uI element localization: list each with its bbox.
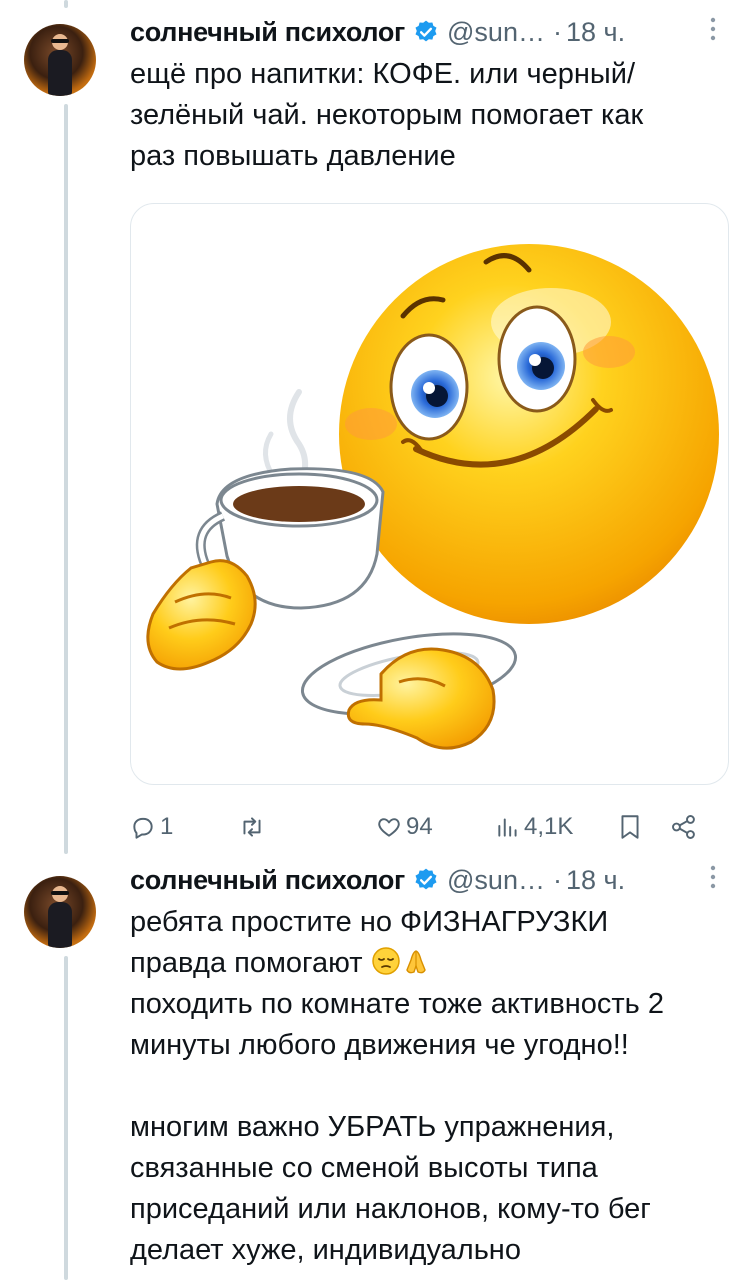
like-count: 94 (406, 813, 433, 840)
avatar[interactable] (24, 876, 96, 948)
tweet-text: ещё про напитки: КОФЕ. или черный/ зелён… (130, 58, 644, 172)
author-name[interactable]: солнечный психолог (130, 865, 405, 896)
reply-count: 1 (160, 813, 174, 840)
avatar-figure (48, 902, 72, 948)
tweet-text-line: ребята простите но ФИЗНАГРУЗКИ (130, 906, 609, 938)
views-icon (498, 818, 517, 837)
pensive-face-emoji (371, 946, 401, 976)
separator-dot: · (552, 16, 562, 47)
more-icon[interactable] (699, 864, 727, 897)
like-icon (378, 818, 400, 837)
timestamp[interactable]: 18 ч. (566, 17, 625, 48)
bookmark-button[interactable] (618, 813, 670, 841)
tweet-header: солнечный психолог @sun… · 18 ч. (130, 860, 727, 900)
like-button[interactable]: 94 (376, 813, 496, 841)
reply-icon (133, 817, 153, 839)
tweet-text-rest: походить по комнате тоже активность 2 ми… (130, 988, 664, 1266)
thread-line-top (64, 0, 68, 8)
avatar-glasses (51, 891, 69, 895)
avatar-glasses (51, 39, 69, 43)
views-count: 4,1K (524, 813, 574, 840)
smiley-drinking-coffee-image (146, 244, 719, 750)
tweet-text: ребята простите но ФИЗНАГРУЗКИ правда по… (130, 902, 727, 1271)
folded-hands-emoji (401, 946, 431, 976)
share-button[interactable] (670, 813, 698, 841)
separator-dot: · (552, 864, 562, 895)
verified-badge-icon (413, 867, 439, 893)
tweet-header: солнечный психолог @sun… · 18 ч. (130, 12, 727, 52)
thread-line-2 (64, 956, 68, 1280)
thread-line-1 (64, 104, 68, 854)
tweet-actions: 1 94 4,1K (130, 807, 727, 847)
reply-button[interactable]: 1 (130, 813, 238, 841)
avatar-figure (48, 50, 72, 96)
tweet-media[interactable] (130, 203, 729, 785)
author-handle[interactable]: @sun… (447, 865, 545, 896)
tweet[interactable]: солнечный психолог @sun… · 18 ч. ребята … (130, 860, 727, 1271)
avatar[interactable] (24, 24, 96, 96)
views-button[interactable]: 4,1K (496, 813, 618, 841)
tweet[interactable]: солнечный психолог @sun… · 18 ч. ещё про… (130, 12, 729, 847)
timestamp[interactable]: 18 ч. (566, 865, 625, 896)
share-icon (672, 815, 695, 839)
author-name[interactable]: солнечный психолог (130, 17, 405, 48)
verified-badge-icon (413, 19, 439, 45)
tweet-text-line: правда помогают (130, 947, 371, 979)
more-icon[interactable] (699, 16, 727, 49)
retweet-icon (243, 817, 261, 837)
author-handle[interactable]: @sun… (447, 17, 545, 48)
retweet-button[interactable] (238, 814, 376, 840)
bookmark-icon (621, 815, 639, 839)
